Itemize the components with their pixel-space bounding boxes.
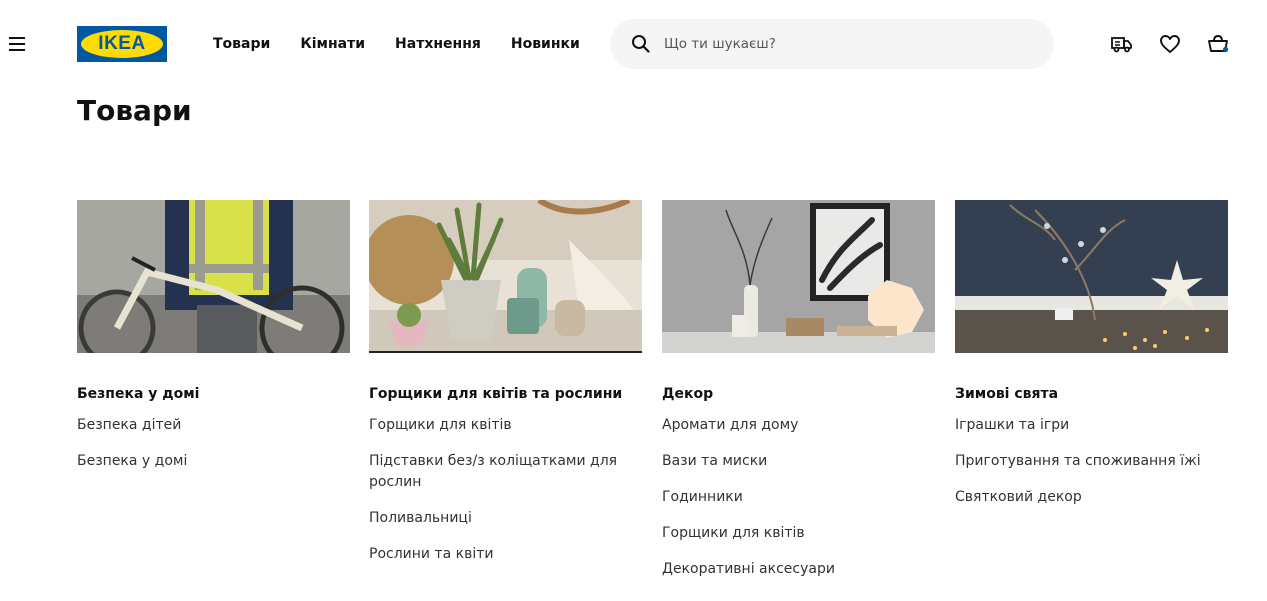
- page-title: Товари: [77, 94, 192, 127]
- delivery-truck-icon[interactable]: [1110, 32, 1134, 56]
- main-nav: Товари Кімнати Натхнення Новинки: [213, 34, 580, 54]
- category-column-home-safety: Безпека у домі Безпека дітей Безпека у д…: [77, 200, 350, 487]
- search-input[interactable]: [664, 19, 1034, 69]
- category-image-decor[interactable]: [662, 200, 935, 353]
- category-column-winter-holidays: Зимові свята Іграшки та ігри Приготуванн…: [955, 200, 1228, 523]
- category-title[interactable]: Зимові свята: [955, 385, 1228, 403]
- category-link[interactable]: Підставки без/з коліщатками для рослин: [369, 451, 642, 493]
- menu-icon[interactable]: [6, 33, 28, 55]
- nav-item-inspiration[interactable]: Натхнення: [395, 34, 481, 54]
- category-link[interactable]: Рослини та квіти: [369, 544, 642, 565]
- category-link-list: Іграшки та ігри Приготування та споживан…: [955, 415, 1228, 508]
- category-title[interactable]: Декор: [662, 385, 935, 403]
- category-link-list: Безпека дітей Безпека у домі: [77, 415, 350, 472]
- category-link[interactable]: Декоративні аксесуари: [662, 559, 935, 580]
- category-link-list: Аромати для дому Вази та миски Годинники…: [662, 415, 935, 580]
- category-link[interactable]: Вази та миски: [662, 451, 935, 472]
- category-link[interactable]: Горщики для квітів: [662, 523, 935, 544]
- category-link[interactable]: Аромати для дому: [662, 415, 935, 436]
- search-icon[interactable]: [630, 33, 652, 55]
- category-title[interactable]: Безпека у домі: [77, 385, 350, 403]
- nav-item-new[interactable]: Новинки: [511, 34, 580, 54]
- category-column-decor: Декор Аромати для дому Вази та миски Год…: [662, 200, 935, 595]
- category-link[interactable]: Горщики для квітів: [369, 415, 642, 436]
- category-link-list: Горщики для квітів Підставки без/з коліщ…: [369, 415, 642, 565]
- search-bar[interactable]: [610, 19, 1054, 69]
- category-image-winter-holidays[interactable]: [955, 200, 1228, 353]
- logo-text: IKEA: [98, 33, 146, 54]
- category-link[interactable]: Іграшки та ігри: [955, 415, 1228, 436]
- category-link[interactable]: Святковий декор: [955, 487, 1228, 508]
- category-link[interactable]: Приготування та споживання їжі: [955, 451, 1228, 472]
- category-link[interactable]: Поливальниці: [369, 508, 642, 529]
- category-link[interactable]: Безпека у домі: [77, 451, 350, 472]
- nav-item-rooms[interactable]: Кімнати: [300, 34, 365, 54]
- nav-item-products[interactable]: Товари: [213, 34, 270, 54]
- category-link[interactable]: Годинники: [662, 487, 935, 508]
- header: IKEA Товари Кімнати Натхнення Новинки: [0, 0, 1267, 88]
- category-image-plants[interactable]: [369, 200, 642, 353]
- category-image-home-safety[interactable]: [77, 200, 350, 353]
- page: IKEA Товари Кімнати Натхнення Новинки Що…: [0, 0, 1267, 601]
- category-title[interactable]: Горщики для квітів та рослини: [369, 385, 642, 403]
- heart-icon[interactable]: [1158, 32, 1182, 56]
- category-column-plants: Горщики для квітів та рослини Горщики дл…: [369, 200, 642, 580]
- ikea-logo[interactable]: IKEA: [77, 26, 167, 62]
- category-link[interactable]: Безпека дітей: [77, 415, 350, 436]
- shopping-bag-icon[interactable]: [1206, 32, 1230, 56]
